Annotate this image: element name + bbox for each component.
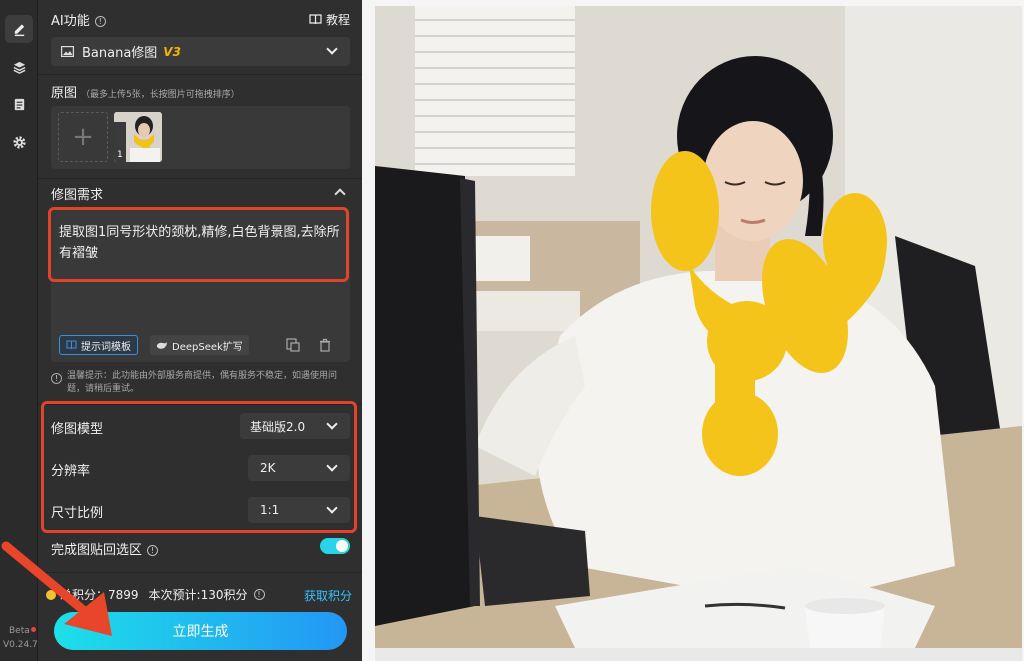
original-header: 原图 （最多上传5张，长按图片可拖拽排序） (51, 82, 240, 101)
preview-bottom-bar (375, 648, 1022, 661)
paste-back-label: 完成图贴回选区 (51, 543, 143, 558)
history-icon[interactable] (5, 90, 33, 118)
deepseek-expand-label: DeepSeek扩写 (172, 341, 243, 353)
layers-icon[interactable] (5, 53, 33, 81)
tutorial-link[interactable]: 教程 (309, 11, 350, 28)
preview-canvas[interactable] (375, 6, 1022, 648)
info-icon[interactable]: ! (147, 545, 159, 556)
original-title: 原图 (51, 86, 78, 101)
credits-info: 总积分：7899 本次预计:130积分 ! (46, 586, 265, 603)
ai-feature-header: AI功能! (51, 10, 106, 29)
add-image-button[interactable]: + (58, 112, 108, 162)
prompt-template-button[interactable]: 提示词模板 (59, 335, 138, 355)
preview-photo (375, 6, 1022, 648)
info-icon[interactable]: ! (94, 16, 106, 27)
tool-rail: Beta V0.24.7 (0, 0, 38, 661)
tutorial-label: 教程 (325, 13, 350, 27)
generate-button[interactable]: 立即生成 (54, 612, 347, 650)
requirement-title: 修图需求 (51, 188, 104, 203)
model-select[interactable]: Banana修图 V3 (51, 37, 350, 66)
get-credits-link[interactable]: 获取积分 (304, 587, 352, 604)
whale-icon (157, 341, 167, 349)
original-hint: （最多上传5张，长按图片可拖拽排序） (81, 90, 240, 100)
deepseek-expand-button[interactable]: DeepSeek扩写 (150, 335, 249, 355)
upload-area: + 1 (51, 106, 350, 169)
info-icon[interactable]: ! (253, 589, 265, 600)
toggle-knob (336, 540, 348, 552)
paste-back-toggle[interactable] (320, 538, 350, 554)
estimate-credits: 本次预计:130积分 (148, 588, 248, 602)
book-icon (309, 14, 322, 25)
service-notice: ! 温馨提示：此功能由外部服务商提供，偶有服务不稳定，如遇使用问题，请稍后重试。 (51, 370, 351, 396)
divider (38, 572, 362, 573)
coin-icon (46, 589, 56, 600)
generate-label: 立即生成 (172, 624, 229, 640)
copy-icon[interactable] (286, 338, 300, 352)
book-icon (66, 340, 77, 350)
model-name: Banana修图 (82, 46, 158, 61)
notice-text: 温馨提示：此功能由外部服务商提供，偶有服务不稳定，如遇使用问题，请稍后重试。 (67, 371, 338, 394)
prompt-highlight-frame (48, 207, 349, 282)
ai-panel: AI功能! 教程 Banana修图 V3 原图 （最多上传5张，长按图片可拖拽排序… (38, 0, 362, 661)
paste-back-header: 完成图贴回选区! (51, 539, 159, 558)
version-label: V0.24.7 (3, 640, 38, 650)
model-version: V3 (163, 44, 181, 59)
beta-dot (31, 627, 36, 632)
image-icon (61, 46, 74, 57)
edit-icon[interactable] (5, 15, 33, 43)
total-credits: 总积分：7899 (60, 588, 139, 602)
chevron-down-icon (326, 43, 338, 55)
trash-icon[interactable] (318, 338, 332, 352)
divider (38, 74, 362, 75)
beta-label: Beta (9, 626, 30, 636)
prompt-template-label: 提示词模板 (81, 341, 131, 353)
divider (38, 178, 362, 179)
thumbnail-index: 1 (117, 150, 123, 160)
ai-feature-title: AI功能 (51, 14, 90, 29)
chevron-up-icon[interactable] (334, 188, 346, 200)
notice-info-icon: ! (51, 373, 62, 384)
settings-icon[interactable] (5, 128, 33, 156)
image-thumbnail[interactable]: 1 (114, 112, 162, 162)
window-blinds (415, 6, 575, 176)
params-highlight-frame (41, 401, 357, 533)
